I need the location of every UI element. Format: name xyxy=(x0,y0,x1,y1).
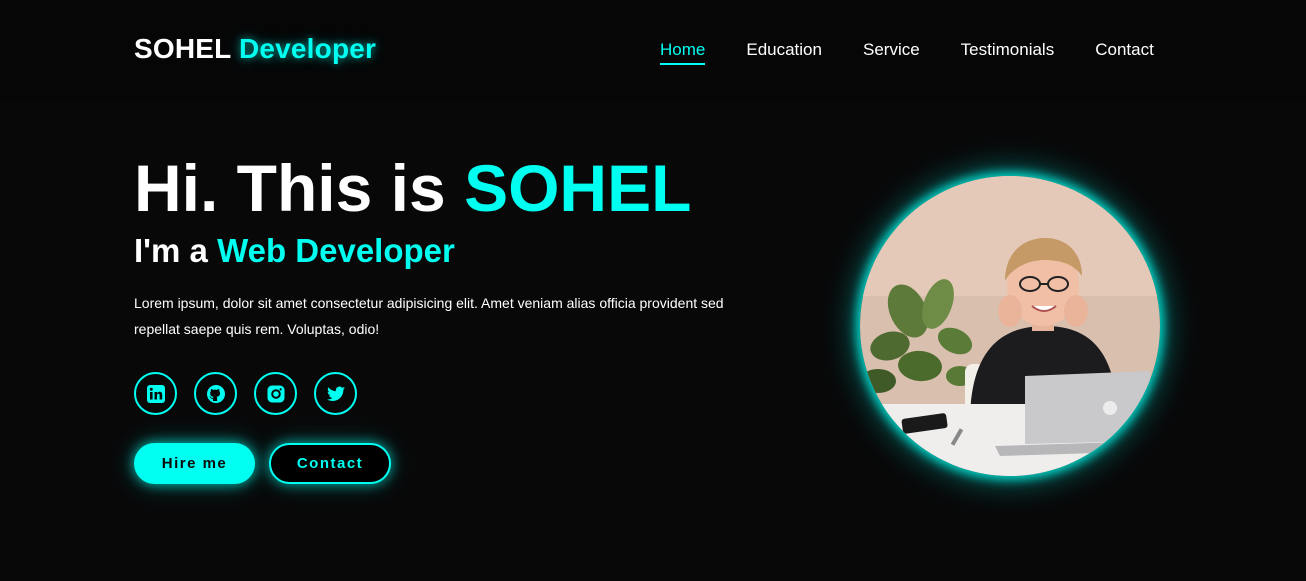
hero-name: SOHEL xyxy=(464,151,692,225)
twitter-icon xyxy=(326,386,345,401)
nav-link-education[interactable]: Education xyxy=(746,40,822,65)
main-nav: Home Education Service Testimonials Cont… xyxy=(660,40,1154,65)
profile-illustration xyxy=(860,176,1160,476)
instagram-icon xyxy=(267,385,284,402)
social-linkedin[interactable] xyxy=(134,372,177,415)
nav-link-testimonials[interactable]: Testimonials xyxy=(961,40,1055,65)
nav-link-service[interactable]: Service xyxy=(863,40,920,65)
site-logo[interactable]: SOHEL Developer xyxy=(134,33,376,65)
contact-button[interactable]: Contact xyxy=(269,443,391,484)
page: SOHEL Developer Home Education Service T… xyxy=(0,0,1306,581)
hire-me-button[interactable]: Hire me xyxy=(134,443,255,484)
role-prefix: I'm a xyxy=(134,232,218,269)
site-header: SOHEL Developer Home Education Service T… xyxy=(0,0,1306,100)
profile-photo xyxy=(860,176,1160,476)
role-title: Web Developer xyxy=(217,232,455,269)
hero-greeting: Hi. This is xyxy=(134,151,465,225)
nav-link-contact[interactable]: Contact xyxy=(1095,40,1154,65)
social-links xyxy=(134,372,374,415)
social-github[interactable] xyxy=(194,372,237,415)
logo-accent: Developer xyxy=(238,33,377,64)
logo-name: SOHEL xyxy=(134,33,231,64)
social-instagram[interactable] xyxy=(254,372,297,415)
github-icon xyxy=(206,384,225,403)
hero-heading: Hi. This is SOHEL xyxy=(134,150,691,226)
linkedin-icon xyxy=(146,384,165,403)
hero-subheading: I'm a Web Developer xyxy=(134,232,455,270)
nav-link-home[interactable]: Home xyxy=(660,40,706,65)
social-twitter[interactable] xyxy=(314,372,357,415)
hero-description: Lorem ipsum, dolor sit amet consectetur … xyxy=(134,295,724,337)
